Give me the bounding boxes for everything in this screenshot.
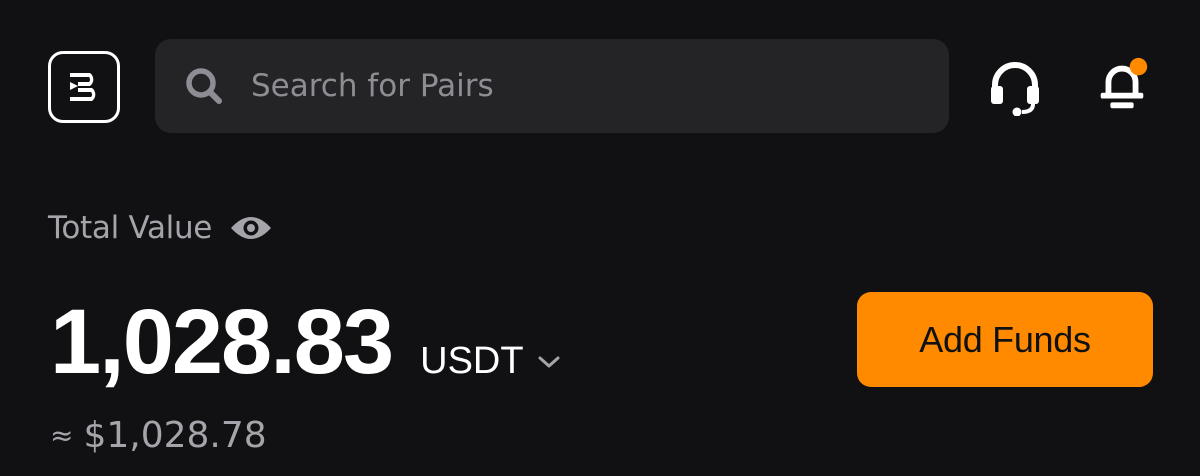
search-bar[interactable] [155,39,949,133]
notifications-button[interactable] [1092,55,1152,115]
wallet-screen: Total Value 1,028.83 USDT ≈ $1,028.78 Ad… [0,0,1200,476]
search-input[interactable] [251,68,891,104]
brand-logo-icon [70,73,96,101]
currency-label: USDT [420,340,524,382]
notification-dot [1129,57,1148,76]
total-value-header: Total Value [48,204,274,252]
currency-selector[interactable]: USDT [420,340,561,383]
search-icon [183,65,225,107]
approx-value: $1,028.78 [83,415,267,456]
approx-usd-value: ≈ $1,028.78 [50,415,267,456]
brand-logo[interactable] [48,51,120,123]
eye-icon [231,217,272,239]
toggle-visibility-button[interactable] [228,205,274,251]
total-value-label: Total Value [48,210,213,246]
balance-amount-row: 1,028.83 USDT [50,292,562,392]
add-funds-button[interactable]: Add Funds [857,292,1153,387]
support-button[interactable] [985,58,1045,118]
bell-icon [1100,57,1148,109]
headset-icon [991,62,1039,116]
approx-sign: ≈ [50,419,74,452]
balance-amount: 1,028.83 [50,291,394,393]
chevron-down-icon [536,349,562,375]
